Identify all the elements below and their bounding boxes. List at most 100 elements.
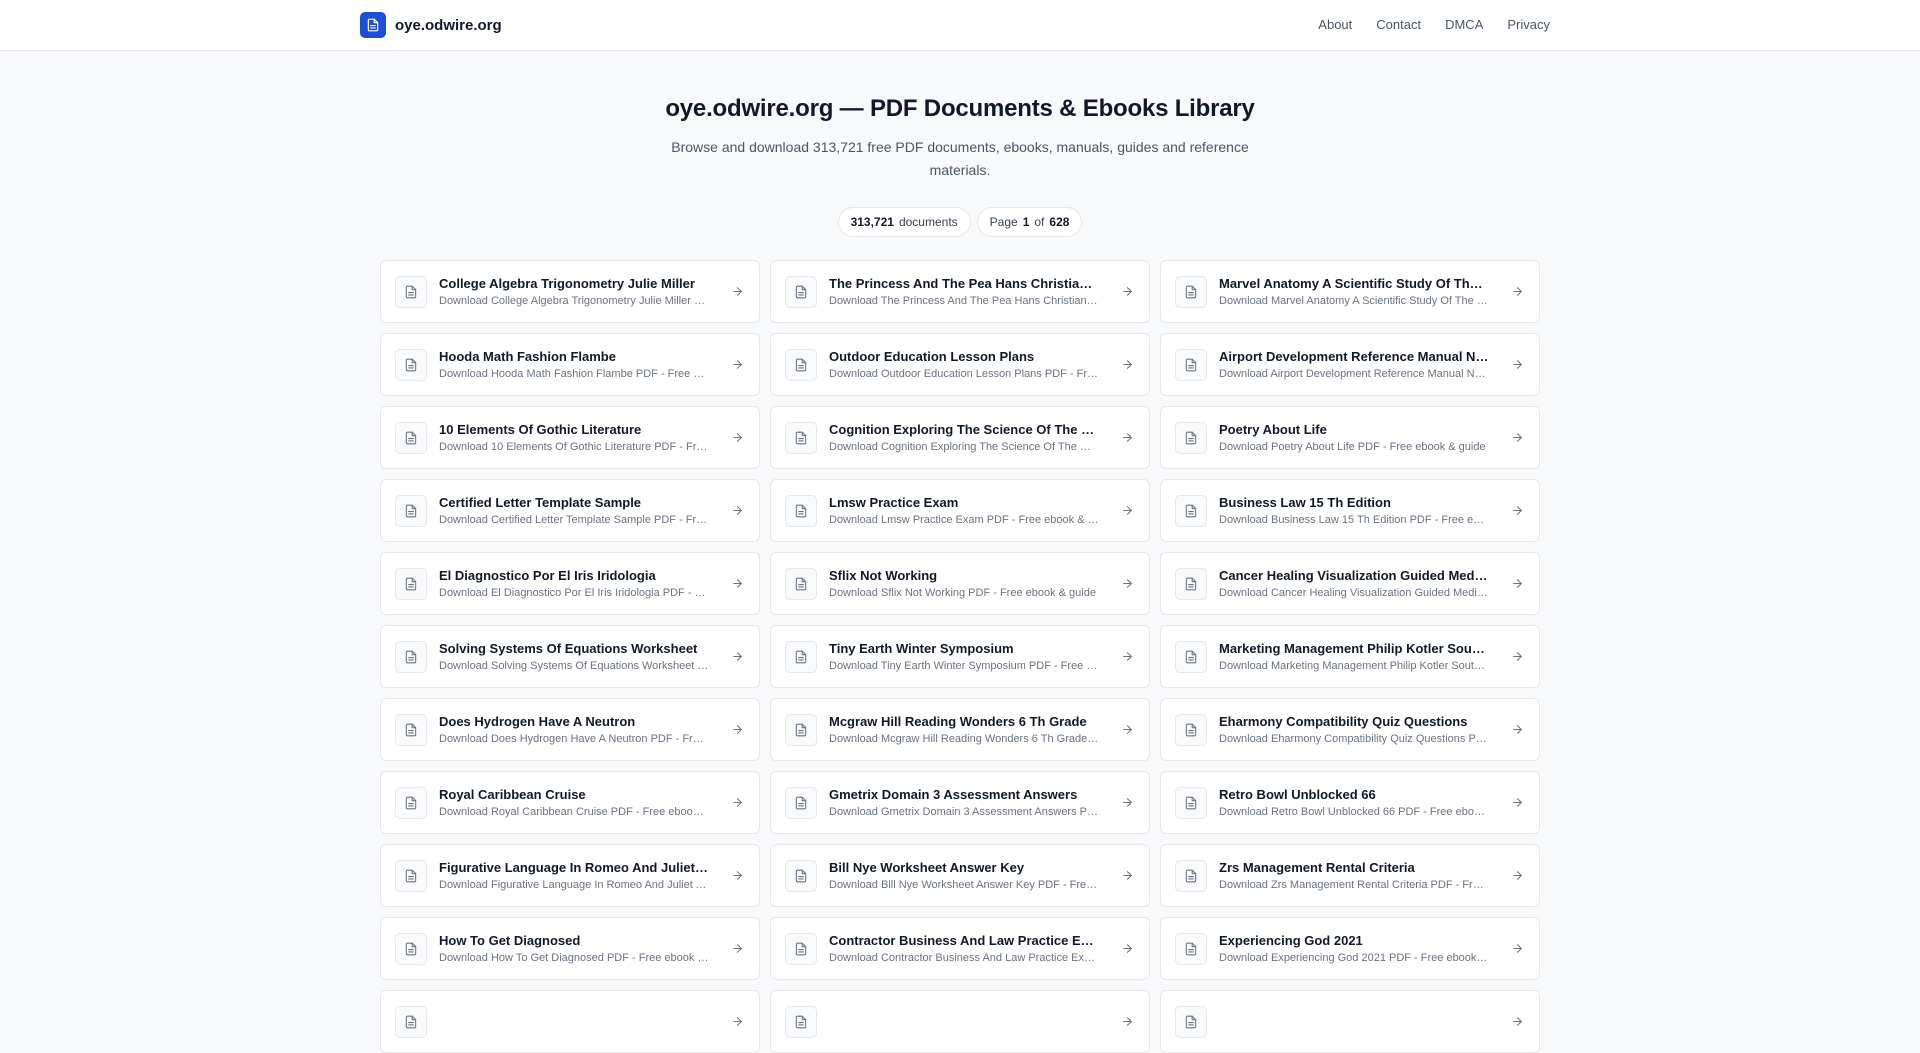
brand-link[interactable]: oye.odwire.org — [360, 12, 502, 38]
arrow-right-icon — [1509, 868, 1525, 884]
document-card[interactable]: Solving Systems Of Equations Worksheet Do… — [380, 625, 760, 688]
arrow-right-icon — [1509, 357, 1525, 373]
document-card[interactable] — [770, 990, 1150, 1053]
document-card[interactable]: Business Law 15 Th Edition Download Busin… — [1160, 479, 1540, 542]
nav-about[interactable]: About — [1318, 17, 1352, 32]
document-card[interactable] — [380, 990, 760, 1053]
document-card[interactable]: How To Get Diagnosed Download How To Get … — [380, 917, 760, 980]
arrow-right-icon — [1509, 722, 1525, 738]
document-count-badge: 313,721 documents — [837, 207, 971, 237]
document-card[interactable]: Cognition Exploring The Science Of The M… — [770, 406, 1150, 469]
document-title: Outdoor Education Lesson Plans — [829, 349, 1035, 364]
nav-dmca[interactable]: DMCA — [1445, 17, 1483, 32]
document-card[interactable]: Experiencing God 2021 Download Experienci… — [1160, 917, 1540, 980]
document-description: Download Cognition Exploring The Science… — [829, 441, 1099, 453]
file-icon — [395, 1005, 427, 1038]
document-title: Solving Systems Of Equations Worksheet — [439, 641, 698, 656]
nav-privacy[interactable]: Privacy — [1507, 17, 1550, 32]
document-card[interactable]: Sflix Not Working Download Sflix Not Work… — [770, 552, 1150, 615]
document-card[interactable]: Cancer Healing Visualization Guided Medi… — [1160, 552, 1540, 615]
document-title: Contractor Business And Law Practice Exa… — [829, 933, 1099, 948]
file-icon — [1175, 494, 1207, 527]
document-card[interactable]: Tiny Earth Winter Symposium Download Tiny… — [770, 625, 1150, 688]
document-description: Download How To Get Diagnosed PDF - Free… — [439, 952, 709, 964]
document-card-text: Marketing Management Philip Kotler South… — [1219, 641, 1489, 672]
file-icon — [395, 932, 427, 965]
file-icon — [395, 786, 427, 819]
document-card-text: Tiny Earth Winter Symposium Download Tiny… — [829, 641, 1099, 672]
document-card[interactable]: Poetry About Life Download Poetry About L… — [1160, 406, 1540, 469]
document-card[interactable]: Certified Letter Template Sample Download… — [380, 479, 760, 542]
arrow-right-icon — [729, 941, 745, 957]
document-card[interactable]: College Algebra Trigonometry Julie Mille… — [380, 260, 760, 323]
stats-pills: 313,721 documents Page 1 of 628 — [0, 207, 1920, 237]
document-card[interactable]: El Diagnostico Por El Iris Iridologia Dow… — [380, 552, 760, 615]
document-title: Marketing Management Philip Kotler South… — [1219, 641, 1489, 656]
document-title: Lmsw Practice Exam — [829, 495, 959, 510]
document-description: Download Business Law 15 Th Edition PDF … — [1219, 514, 1489, 526]
document-title: The Princess And The Pea Hans Christian … — [829, 276, 1099, 291]
document-card[interactable]: Hooda Math Fashion Flambe Download Hooda … — [380, 333, 760, 396]
file-icon — [1175, 348, 1207, 381]
hero: oye.odwire.org — PDF Documents & Ebooks … — [0, 51, 1920, 237]
document-card-text: Poetry About Life Download Poetry About L… — [1219, 422, 1489, 453]
document-card[interactable]: Eharmony Compatibility Quiz Questions Dow… — [1160, 698, 1540, 761]
arrow-right-icon — [1119, 868, 1135, 884]
document-count-label: documents — [898, 215, 958, 229]
document-card[interactable]: Airport Development Reference Manual New… — [1160, 333, 1540, 396]
document-card[interactable]: Mcgraw Hill Reading Wonders 6 Th Grade Do… — [770, 698, 1150, 761]
document-card-text: Experiencing God 2021 Download Experienci… — [1219, 933, 1489, 964]
document-card[interactable]: Does Hydrogen Have A Neutron Download Doe… — [380, 698, 760, 761]
document-description: Download El Diagnostico Por El Iris Irid… — [439, 587, 709, 599]
arrow-right-icon — [1119, 503, 1135, 519]
document-description: Download Gmetrix Domain 3 Assessment Ans… — [829, 806, 1099, 818]
document-card[interactable]: Gmetrix Domain 3 Assessment Answers Downl… — [770, 771, 1150, 834]
document-card[interactable]: Zrs Management Rental Criteria Download Z… — [1160, 844, 1540, 907]
document-card-text — [439, 1020, 709, 1024]
file-icon — [785, 567, 817, 600]
document-title: Airport Development Reference Manual New… — [1219, 349, 1489, 364]
document-card[interactable]: The Princess And The Pea Hans Christian … — [770, 260, 1150, 323]
document-card[interactable]: Bill Nye Worksheet Answer Key Download Bi… — [770, 844, 1150, 907]
document-description: Download College Algebra Trigonometry Ju… — [439, 295, 709, 307]
document-card-text: Lmsw Practice Exam Download Lmsw Practice… — [829, 495, 1099, 526]
document-title: Mcgraw Hill Reading Wonders 6 Th Grade — [829, 714, 1087, 729]
arrow-right-icon — [729, 430, 745, 446]
file-icon — [785, 859, 817, 892]
arrow-right-icon — [729, 868, 745, 884]
document-title: El Diagnostico Por El Iris Iridologia — [439, 568, 656, 583]
arrow-right-icon — [729, 1014, 745, 1030]
arrow-right-icon — [1509, 284, 1525, 300]
document-description: Download 10 Elements Of Gothic Literatur… — [439, 441, 709, 453]
nav-contact[interactable]: Contact — [1376, 17, 1421, 32]
arrow-right-icon — [1119, 284, 1135, 300]
document-card-text: Marvel Anatomy A Scientific Study Of The… — [1219, 276, 1489, 307]
file-icon — [1175, 275, 1207, 308]
document-card-text: Zrs Management Rental Criteria Download Z… — [1219, 860, 1489, 891]
document-card[interactable]: Marketing Management Philip Kotler South… — [1160, 625, 1540, 688]
document-card-text: Outdoor Education Lesson Plans Download O… — [829, 349, 1099, 380]
document-card-text: Does Hydrogen Have A Neutron Download Doe… — [439, 714, 709, 745]
document-description: Download Eharmony Compatibility Quiz Que… — [1219, 733, 1489, 745]
document-card[interactable]: Outdoor Education Lesson Plans Download O… — [770, 333, 1150, 396]
document-card[interactable]: Royal Caribbean Cruise Download Royal Car… — [380, 771, 760, 834]
document-description: Download Mcgraw Hill Reading Wonders 6 T… — [829, 733, 1099, 745]
document-description: Download Marvel Anatomy A Scientific Stu… — [1219, 295, 1489, 307]
document-card-text: Hooda Math Fashion Flambe Download Hooda … — [439, 349, 709, 380]
document-card[interactable]: Contractor Business And Law Practice Exa… — [770, 917, 1150, 980]
document-card[interactable]: Lmsw Practice Exam Download Lmsw Practice… — [770, 479, 1150, 542]
document-card-text: Retro Bowl Unblocked 66 Download Retro Bo… — [1219, 787, 1489, 818]
document-description: Download Hooda Math Fashion Flambe PDF -… — [439, 368, 709, 380]
document-description: Download Sflix Not Working PDF - Free eb… — [829, 587, 1096, 599]
file-icon — [1175, 421, 1207, 454]
document-card-text: Mcgraw Hill Reading Wonders 6 Th Grade Do… — [829, 714, 1099, 745]
document-card[interactable]: Figurative Language In Romeo And Juliet … — [380, 844, 760, 907]
document-card[interactable]: Retro Bowl Unblocked 66 Download Retro Bo… — [1160, 771, 1540, 834]
document-card[interactable]: Marvel Anatomy A Scientific Study Of The… — [1160, 260, 1540, 323]
brand-name: oye.odwire.org — [395, 16, 502, 34]
file-icon — [1175, 713, 1207, 746]
document-card-text: Cognition Exploring The Science Of The M… — [829, 422, 1099, 453]
document-card[interactable]: 10 Elements Of Gothic Literature Download… — [380, 406, 760, 469]
document-card[interactable] — [1160, 990, 1540, 1053]
document-grid: College Algebra Trigonometry Julie Mille… — [380, 260, 1540, 1053]
